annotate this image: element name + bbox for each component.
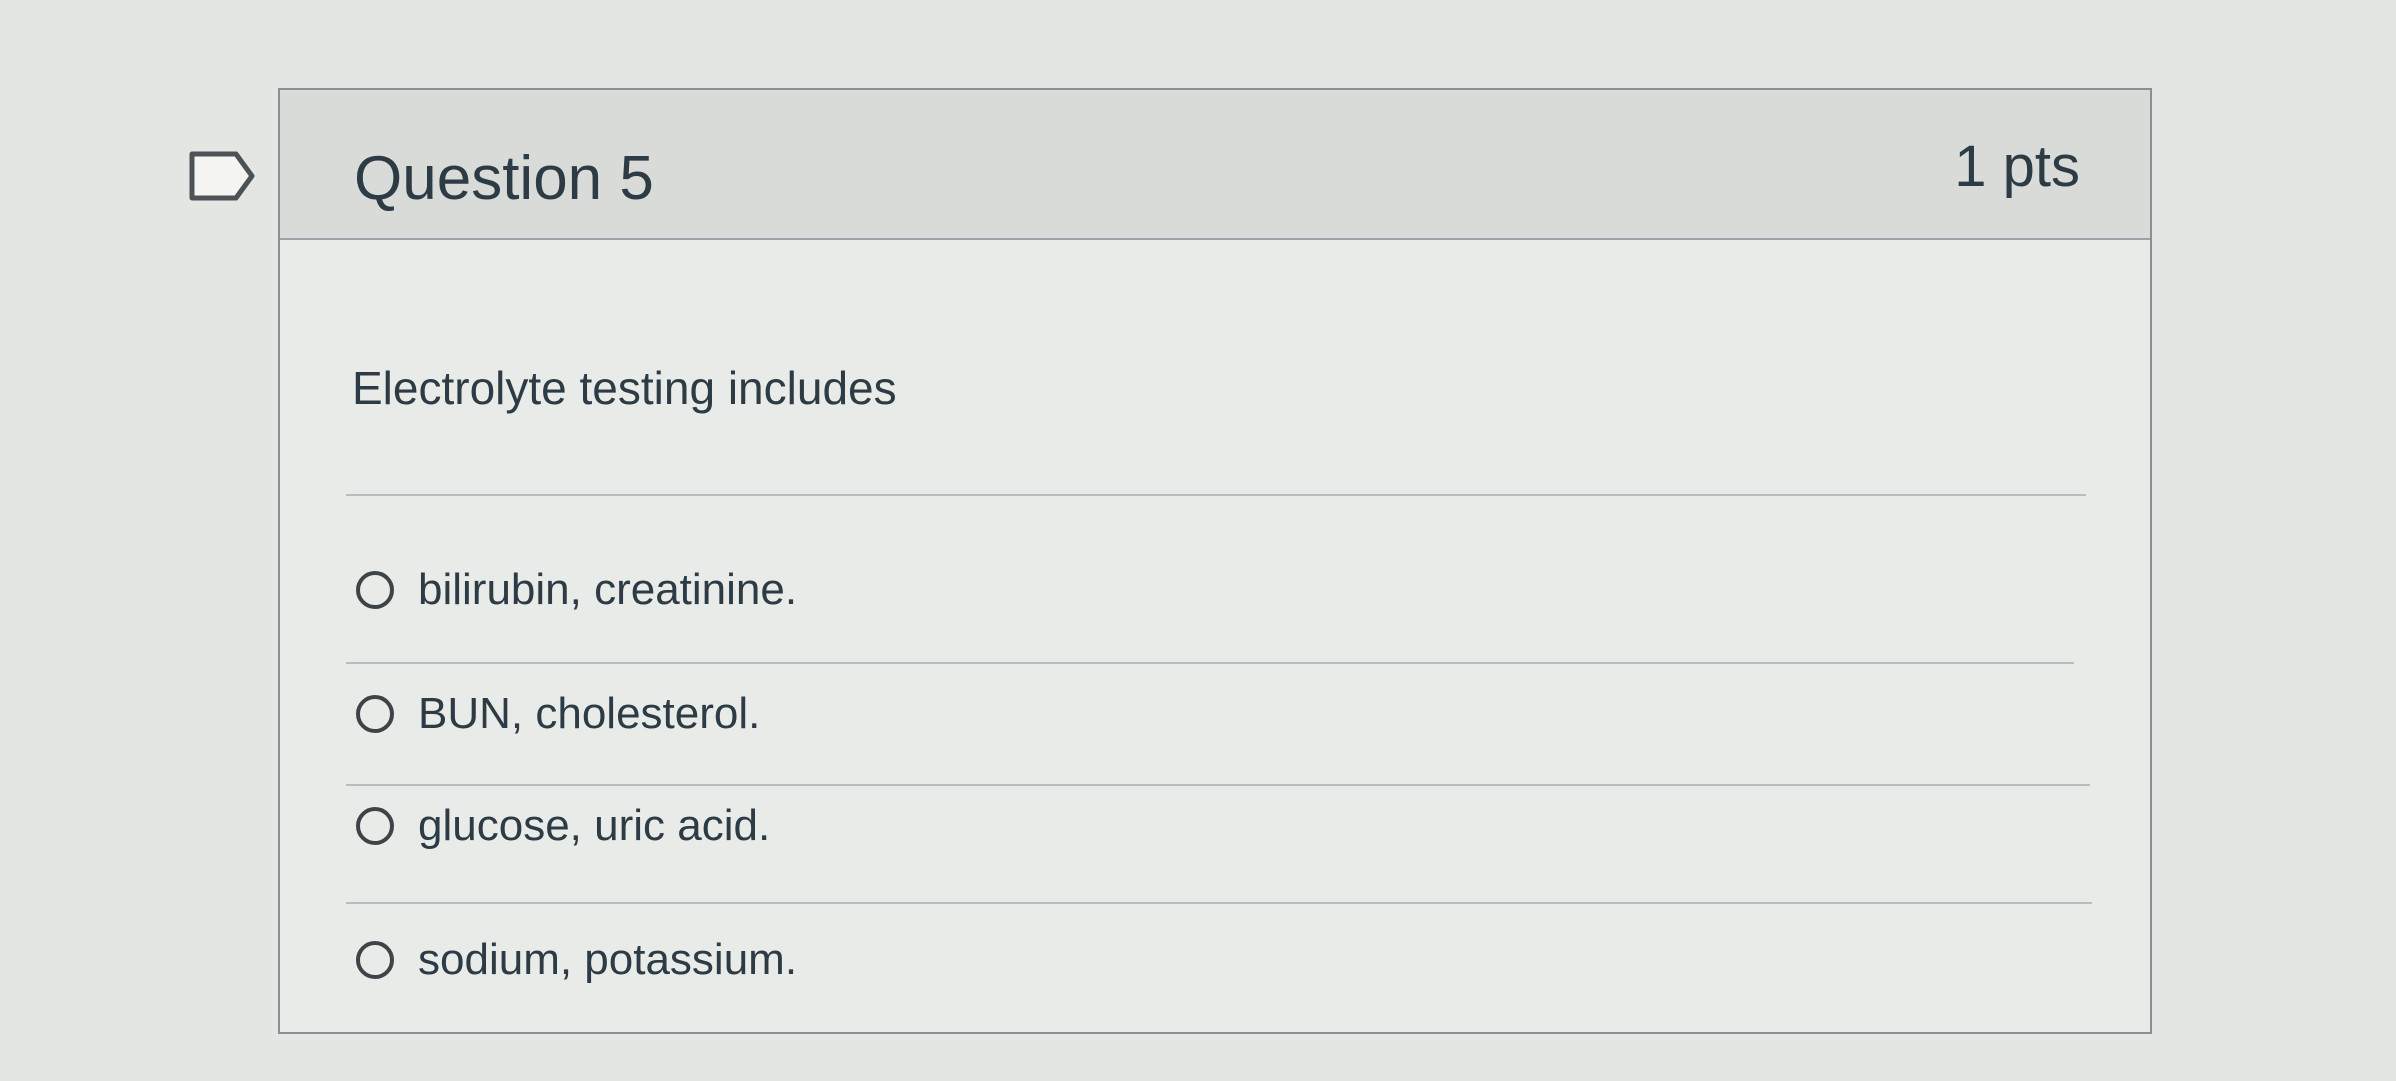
- radio-button-icon[interactable]: [356, 695, 394, 733]
- answer-divider: [346, 662, 2074, 664]
- question-header: Question 5 1 pts: [280, 90, 2150, 240]
- answer-option-4[interactable]: sodium, potassium.: [356, 920, 1956, 1000]
- answer-label: sodium, potassium.: [418, 935, 798, 984]
- answer-label: BUN, cholesterol.: [418, 689, 761, 738]
- question-divider: [346, 494, 2086, 496]
- answer-option-2[interactable]: BUN, cholesterol.: [356, 674, 1956, 754]
- answer-divider: [346, 902, 2092, 904]
- radio-button-icon[interactable]: [356, 941, 394, 979]
- flag-icon[interactable]: [188, 148, 258, 204]
- answer-label: bilirubin, creatinine.: [418, 565, 798, 614]
- question-card: Question 5 1 pts Electrolyte testing inc…: [278, 88, 2152, 1034]
- answer-option-3[interactable]: glucose, uric acid.: [356, 786, 1956, 866]
- question-title: Question 5: [354, 144, 654, 213]
- radio-button-icon[interactable]: [356, 571, 394, 609]
- answer-option-1[interactable]: bilirubin, creatinine.: [356, 550, 1956, 630]
- question-prompt: Electrolyte testing includes: [352, 362, 897, 414]
- radio-button-icon[interactable]: [356, 807, 394, 845]
- question-points: 1 pts: [1954, 134, 2080, 199]
- answer-label: glucose, uric acid.: [418, 801, 771, 850]
